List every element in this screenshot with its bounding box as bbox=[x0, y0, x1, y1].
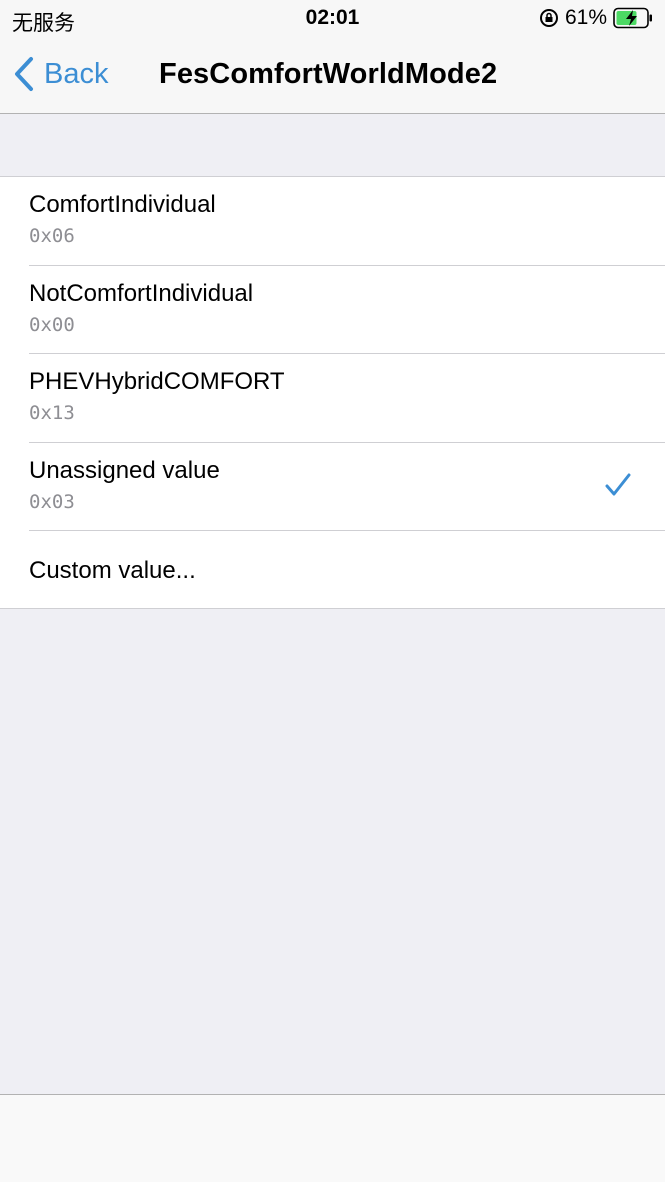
orientation-lock-icon bbox=[539, 9, 558, 27]
status-bar: 无服务 02:01 61% bbox=[0, 0, 665, 38]
navigation-bar: Back FesComfortWorldMode2 bbox=[0, 38, 665, 114]
list-item-value: 0x03 bbox=[29, 490, 75, 513]
list-item-title: NotComfortIndividual bbox=[29, 279, 254, 307]
list-item-custom-value[interactable]: Custom value... bbox=[0, 531, 665, 608]
list-item-title: PHEVHybridCOMFORT bbox=[29, 368, 285, 395]
list-item-notcomfortindividual[interactable]: NotComfortIndividual 0x00 bbox=[0, 266, 665, 354]
list-item-phevhybridcomfort[interactable]: PHEVHybridCOMFORT 0x13 bbox=[0, 354, 665, 443]
list-item-value: 0x06 bbox=[29, 225, 75, 247]
list-item-title: Custom value... bbox=[29, 557, 196, 584]
list-item-value: 0x00 bbox=[29, 313, 75, 336]
chevron-left-icon bbox=[15, 57, 33, 91]
status-right-group: 61% bbox=[539, 5, 653, 31]
list-item-value: 0x13 bbox=[29, 402, 75, 424]
back-label: Back bbox=[44, 57, 109, 90]
options-list: ComfortIndividual 0x06 NotComfortIndivid… bbox=[0, 176, 665, 609]
screen: 无服务 02:01 61% Back FesComfortWorldMode2 … bbox=[0, 0, 665, 1182]
list-item-title: Unassigned value bbox=[29, 456, 220, 484]
list-item-comfortindividual[interactable]: ComfortIndividual 0x06 bbox=[0, 177, 665, 266]
battery-percent: 61% bbox=[564, 6, 607, 29]
list-item-title: ComfortIndividual bbox=[29, 191, 216, 218]
page-title: FesComfortWorldMode2 bbox=[159, 58, 498, 90]
checkmark-icon bbox=[605, 473, 631, 495]
bottom-toolbar bbox=[0, 1094, 665, 1182]
battery-charging-icon bbox=[613, 7, 652, 29]
list-item-unassigned-value[interactable]: Unassigned value 0x03 bbox=[0, 443, 665, 531]
back-button[interactable]: Back bbox=[12, 54, 108, 94]
